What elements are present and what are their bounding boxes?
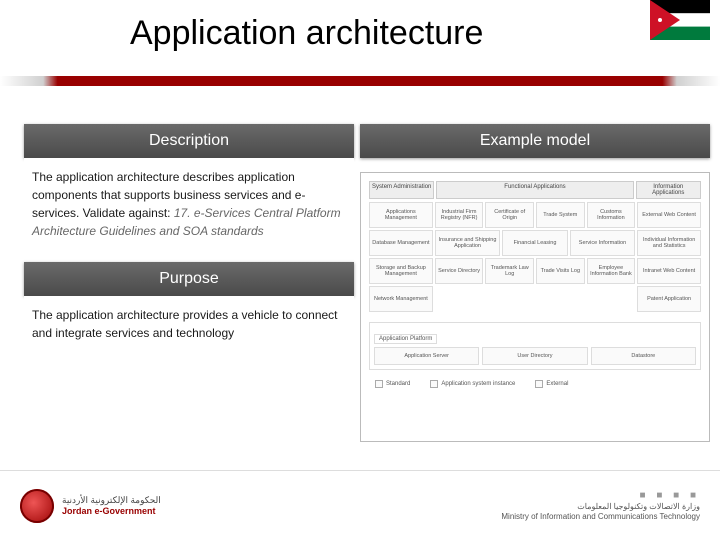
footer-left-en: Jordan e-Government (62, 506, 161, 517)
cell: Application Server (374, 347, 479, 365)
cell: External Web Content (637, 202, 701, 228)
cell: User Directory (482, 347, 587, 365)
purpose-header: Purpose (24, 262, 354, 296)
divider (0, 76, 720, 86)
cell: Datastore (591, 347, 696, 365)
footer-logo-right: ■ ■ ■ ■ وزارة الاتصالات وتكنولوجيا المعل… (501, 489, 700, 523)
cell: Industrial Firm Registry (NFR) (435, 202, 484, 228)
cell: Network Management (369, 286, 433, 312)
footer-logo-left: الحكومة الإلكترونية الأردنية Jordan e-Go… (20, 489, 161, 523)
cell: Service Information (570, 230, 635, 256)
cell: Trademark Law Log (485, 258, 534, 284)
legend-item: Standard (386, 381, 410, 387)
rose-icon (20, 489, 54, 523)
platform-block: Application Platform Application Server … (369, 322, 701, 370)
footer-left-ar: الحكومة الإلكترونية الأردنية (62, 495, 161, 506)
right-column: Example model System Administration Func… (360, 124, 710, 442)
dots-icon: ■ ■ ■ ■ (501, 489, 700, 502)
colhdr: Functional Applications (436, 181, 633, 199)
cell: Certificate of Origin (485, 202, 534, 228)
cell: Trade Visits Log (536, 258, 585, 284)
cell: Patent Application (637, 286, 701, 312)
cell: Insurance and Shipping Application (435, 230, 500, 256)
colhdr: Information Applications (636, 181, 701, 199)
cell: Service Directory (435, 258, 484, 284)
purpose-body: The application architecture provides a … (24, 296, 354, 352)
cell: Financial Leasing (502, 230, 567, 256)
left-column: Description The application architecture… (24, 124, 354, 352)
legend-item: External (546, 381, 568, 387)
footer: الحكومة الإلكترونية الأردنية Jordan e-Go… (0, 470, 720, 540)
cell: Trade System (536, 202, 585, 228)
cell: Intranet Web Content (637, 258, 701, 284)
cell: Storage and Backup Management (369, 258, 433, 284)
page-title: Application architecture (130, 14, 483, 53)
cell: Customs Information (587, 202, 636, 228)
example-diagram: System Administration Functional Applica… (360, 172, 710, 442)
colhdr: System Administration (369, 181, 434, 199)
footer-right-en: Ministry of Information and Communicatio… (501, 512, 700, 522)
footer-right-ar: وزارة الاتصالات وتكنولوجيا المعلومات (501, 502, 700, 512)
platform-header: Application Platform (374, 334, 437, 344)
cell: Database Management (369, 230, 433, 256)
jordan-flag-icon (650, 0, 710, 40)
cell: Applications Management (369, 202, 433, 228)
cell: Individual Information and Statistics (637, 230, 701, 256)
example-header: Example model (360, 124, 710, 158)
legend-item: Application system instance (441, 381, 515, 387)
cell: Employee Information Bank (587, 258, 636, 284)
description-header: Description (24, 124, 354, 158)
description-body: The application architecture describes a… (24, 158, 354, 250)
legend: Standard Application system instance Ext… (369, 380, 701, 388)
